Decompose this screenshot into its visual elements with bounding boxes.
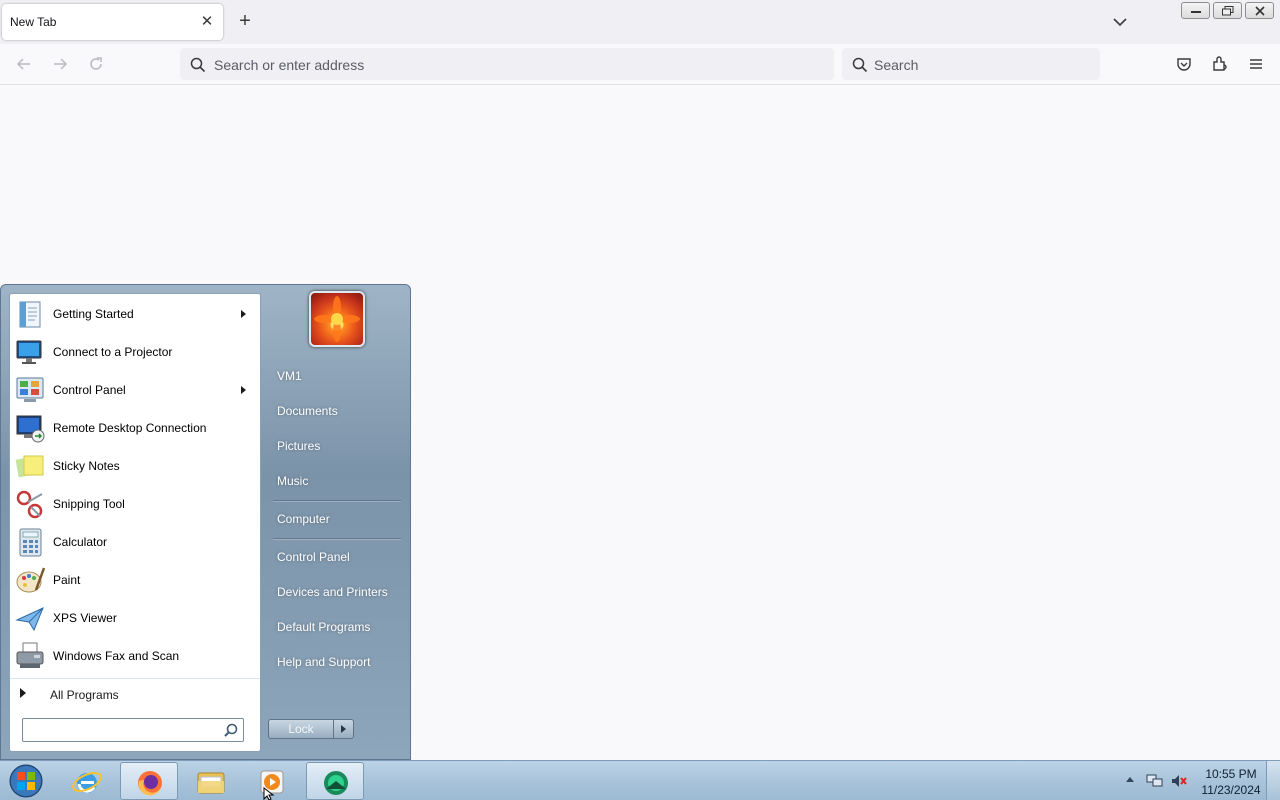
tab-new-tab[interactable]: New Tab ✕ [2,4,223,40]
search-bar[interactable]: Search [842,48,1100,80]
program-label: Calculator [53,535,108,549]
search-icon[interactable] [224,723,238,737]
control-panel-link[interactable]: Control Panel [277,550,350,564]
program-getting-started[interactable]: Getting Started [12,296,258,332]
paint-icon [16,567,46,593]
program-label: Getting Started [53,307,134,321]
program-snipping-tool[interactable]: Snipping Tool [12,486,258,522]
projector-icon [16,340,42,364]
all-programs-button[interactable]: All Programs [10,678,260,708]
documents-link[interactable]: Documents [277,404,338,418]
system-clock[interactable]: 10:55 PM 11/23/2024 [1196,766,1266,798]
fax-scan-icon [16,642,44,668]
all-programs-label: All Programs [50,688,119,702]
clock-date: 11/23/2024 [1201,783,1261,797]
search-icon [852,57,868,73]
start-menu-places-pane: VM1 Documents Pictures Music Computer Co… [263,285,411,760]
address-placeholder: Search or enter address [214,57,365,73]
user-avatar[interactable] [309,291,365,347]
firefox-icon [138,771,162,796]
start-search-box[interactable] [22,718,244,742]
divider [273,500,401,501]
snipping-tool-icon [16,490,43,519]
program-label: Remote Desktop Connection [53,421,207,435]
restore-button[interactable] [1213,2,1242,19]
music-link[interactable]: Music [277,474,308,488]
xps-viewer-icon [15,607,44,632]
program-remote-desktop[interactable]: Remote Desktop Connection [12,410,258,446]
submenu-arrow-icon [241,386,246,394]
browser-tab-bar: New Tab ✕ + [0,0,1280,44]
remote-desktop-icon [16,415,45,443]
window-controls [1181,2,1274,19]
program-label: Windows Fax and Scan [53,649,180,663]
program-calculator[interactable]: Calculator [12,524,258,560]
taskbar-internet-explorer[interactable] [58,762,116,800]
start-search-input[interactable] [27,721,217,739]
program-label: Paint [53,573,81,587]
program-connect-projector[interactable]: Connect to a Projector [12,334,258,370]
taskbar-app[interactable] [306,762,364,800]
help-support-link[interactable]: Help and Support [277,655,370,669]
minimize-button[interactable] [1181,2,1210,19]
program-label: Sticky Notes [53,459,120,473]
file-explorer-icon [197,772,225,794]
program-label: Connect to a Projector [53,345,173,359]
tab-list-chevron-icon[interactable] [1110,12,1130,32]
expand-arrow-icon [20,688,26,698]
program-label: Control Panel [53,383,126,397]
taskbar-file-explorer[interactable] [182,762,240,800]
show-desktop-button[interactable] [1266,761,1280,800]
hamburger-menu-icon[interactable] [1246,54,1266,74]
search-icon [190,57,206,73]
submenu-arrow-icon [241,310,246,318]
tab-title: New Tab [10,15,57,29]
pictures-link[interactable]: Pictures [277,439,320,453]
taskbar: 10:55 PM 11/23/2024 [0,760,1280,800]
computer-link[interactable]: Computer [277,512,330,526]
internet-explorer-icon [72,772,102,793]
program-paint[interactable]: Paint [12,562,258,598]
new-tab-plus-icon[interactable]: + [234,10,256,32]
power-options-arrow-button[interactable] [334,719,354,739]
program-control-panel[interactable]: Control Panel [12,372,258,408]
back-arrow-icon[interactable] [14,54,34,74]
sticky-notes-icon [15,455,44,478]
navigation-toolbar: Search or enter address Search [0,44,1280,85]
close-tab-icon[interactable]: ✕ [197,12,217,32]
program-sticky-notes[interactable]: Sticky Notes [12,448,258,484]
search-placeholder: Search [874,57,919,73]
divider [273,538,401,539]
program-xps-viewer[interactable]: XPS Viewer [12,600,258,636]
clock-time: 10:55 PM [1205,767,1257,781]
control-panel-icon [16,377,44,402]
forward-arrow-icon[interactable] [50,54,70,74]
program-fax-scan[interactable]: Windows Fax and Scan [12,638,258,674]
calculator-icon [19,528,42,557]
start-menu-programs-pane: Getting Started Connect to a Projector C… [9,293,261,752]
start-menu: Getting Started Connect to a Projector C… [0,284,411,760]
pocket-icon[interactable] [1174,54,1194,74]
show-hidden-icons-arrow[interactable] [1126,777,1134,782]
reload-icon[interactable] [86,54,106,74]
volume-muted-icon[interactable] [1170,773,1188,789]
address-bar[interactable]: Search or enter address [180,48,834,80]
network-icon[interactable] [1146,773,1164,789]
lock-button[interactable]: Lock [268,719,334,739]
mouse-cursor-icon [263,787,275,800]
app-icon [324,771,348,795]
devices-printers-link[interactable]: Devices and Printers [277,585,388,599]
default-programs-link[interactable]: Default Programs [277,620,370,634]
extensions-icon[interactable] [1210,54,1230,74]
program-label: XPS Viewer [53,611,117,625]
taskbar-firefox[interactable] [120,762,178,800]
close-window-button[interactable] [1245,2,1274,19]
start-button[interactable] [6,763,46,799]
program-label: Snipping Tool [53,497,125,511]
user-folder-link[interactable]: VM1 [277,369,302,383]
getting-started-icon [19,301,41,328]
